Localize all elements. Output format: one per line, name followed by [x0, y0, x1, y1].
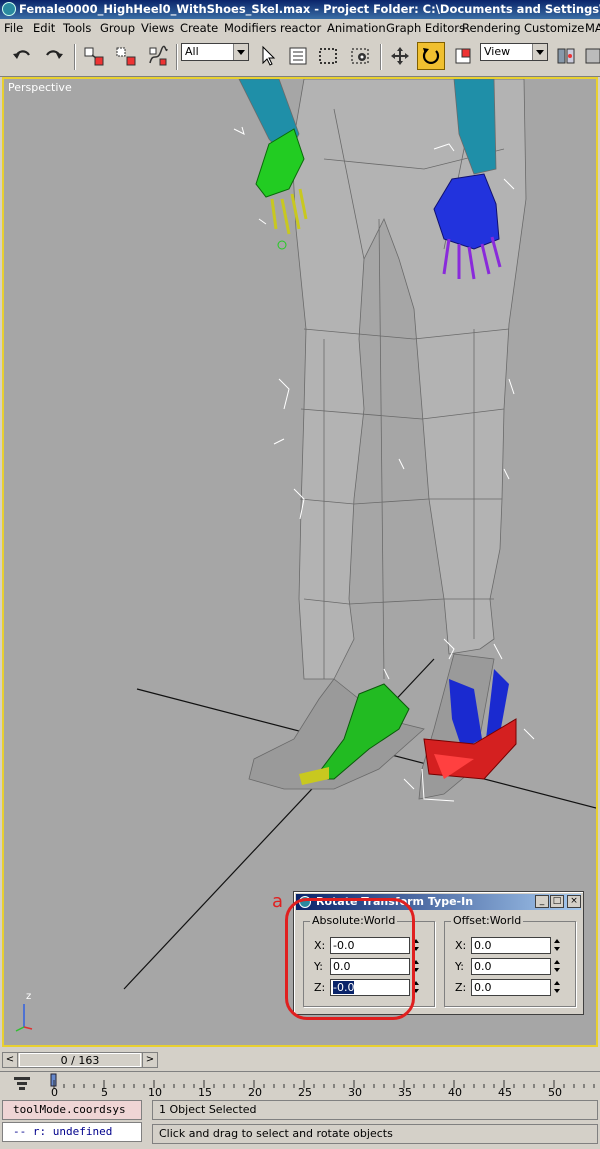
world-axis-tripod	[15, 1004, 33, 1032]
chevron-down-icon	[532, 44, 547, 60]
menu-edit[interactable]: Edit	[33, 21, 55, 35]
offset-y-label: Y:	[455, 960, 464, 973]
annotation-label: a	[272, 891, 284, 912]
offset-z-spinner[interactable]	[553, 979, 561, 996]
app-icon[interactable]	[2, 2, 16, 16]
main-toolbar: All View	[0, 38, 600, 77]
menu-graph-editors[interactable]: Graph Editors	[386, 21, 465, 35]
annotation-highlight-circle	[285, 898, 415, 1020]
time-slider-next-button[interactable]: >	[142, 1053, 157, 1067]
track-tick-label: 10	[148, 1086, 162, 1098]
menu-modifiers[interactable]: Modifiers	[224, 21, 277, 35]
offset-y-spinner[interactable]	[553, 958, 561, 975]
pivot-center-icon	[557, 48, 575, 64]
track-tick-label: 20	[248, 1086, 262, 1098]
list-icon	[289, 47, 307, 65]
time-slider-bar: < 0 / 163 >	[0, 1050, 600, 1070]
dashed-rectangle-icon	[319, 48, 337, 64]
menu-customize[interactable]: Customize	[524, 21, 584, 35]
track-tick-label: 40	[448, 1086, 462, 1098]
menu-group[interactable]: Group	[100, 21, 135, 35]
menu-views[interactable]: Views	[141, 21, 174, 35]
offset-world-group: Offset:World X: 0.0 Y: 0.0 Z: 0.0	[444, 914, 576, 1007]
window-crossing-button[interactable]	[346, 42, 374, 70]
move-icon	[391, 47, 409, 65]
offset-z-label: Z:	[455, 981, 467, 994]
menu-file[interactable]: File	[4, 21, 23, 35]
undo-button[interactable]	[8, 42, 36, 70]
menu-bar: File Edit Tools Group Views Create Modif…	[0, 19, 600, 38]
menu-maxscript[interactable]: MA	[585, 21, 600, 35]
reference-coordinate-value: View	[484, 45, 511, 58]
track-bar[interactable]: 0 5 10 15 20 25 30 35 40 45 50	[0, 1071, 600, 1098]
track-tick-label: 25	[298, 1086, 312, 1098]
prompt-line: Click and drag to select and rotate obje…	[152, 1124, 598, 1144]
track-bar-ruler: 0 5 10 15 20 25 30 35 40 45 50	[14, 1073, 595, 1098]
rotate-icon	[422, 48, 440, 64]
track-tick-label: 5	[101, 1086, 108, 1098]
axis-label-z: z	[26, 991, 31, 1002]
window-title-bar: Female0000_HighHeel0_WithShoes_Skel.max …	[0, 0, 600, 19]
manipulate-icon	[585, 48, 600, 64]
close-button[interactable]: ×	[567, 895, 581, 908]
offset-y-field[interactable]: 0.0	[471, 958, 551, 975]
track-tick-label: 30	[348, 1086, 362, 1098]
maxscript-listener-output[interactable]: toolMode.coordsys	[2, 1100, 142, 1120]
toolbar-separator	[176, 44, 178, 70]
status-bar: toolMode.coordsys -- r: undefined 1 Obje…	[0, 1098, 600, 1149]
selection-filter-value: All	[185, 45, 199, 58]
track-tick-label: 0	[51, 1086, 58, 1098]
redo-button[interactable]	[40, 42, 68, 70]
track-tick-label: 15	[198, 1086, 212, 1098]
select-and-scale-button[interactable]	[449, 42, 477, 70]
space-warp-icon	[149, 45, 168, 66]
crossing-selection-icon	[351, 48, 369, 64]
cursor-arrow-icon	[262, 45, 276, 66]
menu-create[interactable]: Create	[180, 21, 218, 35]
track-tick-label: 35	[398, 1086, 412, 1098]
unlink-icon	[116, 47, 136, 66]
offset-z-field[interactable]: 0.0	[471, 979, 551, 996]
select-and-manipulate-button[interactable]	[580, 42, 600, 70]
toolbar-separator	[380, 44, 382, 70]
menu-reactor[interactable]: reactor	[280, 21, 321, 35]
selection-status: 1 Object Selected	[152, 1100, 598, 1120]
use-pivot-point-center-button[interactable]	[552, 42, 580, 70]
selection-filter-dropdown[interactable]: All	[181, 43, 249, 61]
time-slider-prev-button[interactable]: <	[3, 1053, 18, 1067]
select-object-button[interactable]	[254, 42, 282, 70]
menu-rendering[interactable]: Rendering	[462, 21, 521, 35]
offset-x-field[interactable]: 0.0	[471, 937, 551, 954]
select-and-link-button[interactable]	[80, 42, 108, 70]
select-by-name-button[interactable]	[284, 42, 312, 70]
select-and-move-button[interactable]	[386, 42, 414, 70]
chevron-down-icon	[233, 44, 248, 60]
current-frame[interactable]: 0 / 163	[19, 1053, 141, 1067]
track-tick-label: 45	[498, 1086, 512, 1098]
scale-icon	[455, 48, 471, 64]
filter-icon	[14, 1077, 30, 1090]
unlink-selection-button[interactable]	[112, 42, 140, 70]
minimize-button[interactable]: _	[535, 895, 549, 908]
undo-icon	[13, 50, 30, 59]
offset-world-label: Offset:World	[451, 914, 524, 927]
time-slider[interactable]: < 0 / 163 >	[2, 1052, 158, 1068]
toolbar-separator	[74, 44, 76, 70]
select-and-rotate-button[interactable]	[417, 42, 445, 70]
offset-x-spinner[interactable]	[553, 937, 561, 954]
rectangular-selection-region-button[interactable]	[314, 42, 342, 70]
window-title: Female0000_HighHeel0_WithShoes_Skel.max …	[19, 2, 600, 16]
offset-x-label: X:	[455, 939, 467, 952]
maximize-button[interactable]: □	[550, 895, 564, 908]
track-tick-label: 50	[548, 1086, 562, 1098]
redo-icon	[46, 50, 63, 59]
menu-animation[interactable]: Animation	[327, 21, 386, 35]
bind-to-space-warp-button[interactable]	[144, 42, 172, 70]
menu-tools[interactable]: Tools	[63, 21, 91, 35]
link-icon	[84, 47, 104, 66]
reference-coordinate-dropdown[interactable]: View	[480, 43, 548, 61]
maxscript-listener-input[interactable]: -- r: undefined	[2, 1122, 142, 1142]
